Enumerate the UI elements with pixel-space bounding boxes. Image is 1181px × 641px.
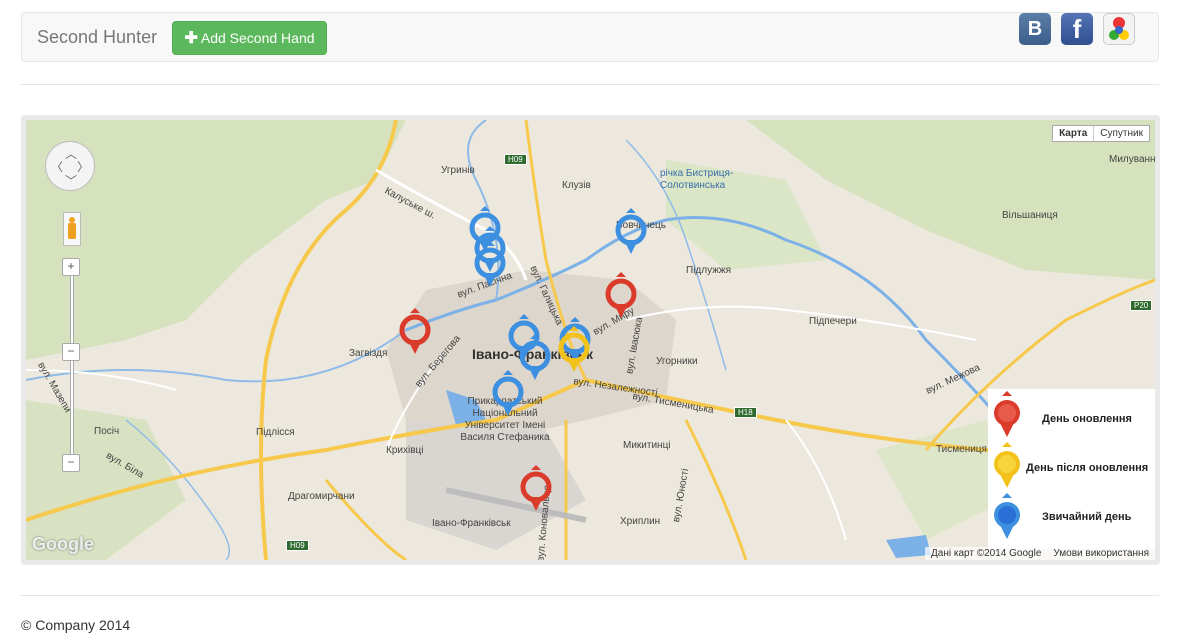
marker-red[interactable] — [604, 272, 638, 322]
place-vilshanytsia: Вільшаниця — [1002, 210, 1058, 221]
place-kluziv: Клузів — [562, 180, 591, 191]
place-pidpechery: Підпечери — [809, 316, 857, 327]
marker-red[interactable] — [398, 308, 432, 358]
plus-icon: ✚ — [184, 30, 198, 47]
place-milyvann: Милуванн — [1109, 154, 1155, 165]
map-type-map-button[interactable]: Карта — [1053, 126, 1095, 141]
place-krykhivtsi: Крихівці — [386, 445, 424, 456]
marker-red[interactable] — [519, 465, 553, 515]
legend-row-update-day: День оновлення — [988, 391, 1155, 443]
blue-marker-icon — [994, 493, 1020, 539]
legend-row-after-update: День після оновлення — [988, 442, 1155, 494]
marker-blue[interactable] — [614, 208, 648, 258]
place-uhryniv: Угринів — [441, 165, 475, 176]
pan-right-icon[interactable]: 〉 — [77, 158, 89, 175]
map-container: Угринів Клузів річка Бистриця-Солотвинсь… — [21, 115, 1160, 565]
place-uhornyky: Угорники — [656, 356, 698, 367]
place-drahomyrchany: Драгомирчани — [288, 491, 355, 502]
facebook-icon[interactable]: f — [1061, 13, 1093, 45]
terms-link[interactable]: Умови використання — [1053, 548, 1149, 559]
add-second-hand-button[interactable]: ✚ Add Second Hand — [172, 21, 327, 55]
map-type-control: Карта Супутник — [1052, 125, 1150, 142]
place-mykytyntsi: Микитинці — [623, 440, 671, 451]
place-tysmenytsia: Тисмениця — [936, 444, 987, 455]
legend-label: Звичайний день — [1042, 511, 1132, 523]
marker-blue[interactable] — [491, 370, 525, 420]
road-shield-h09-south: H09 — [286, 540, 309, 551]
map-attribution: Дані карт ©2014 Google Умови використанн… — [925, 547, 1155, 560]
pegman-icon[interactable] — [63, 212, 81, 246]
pan-control[interactable]: ︿ ﹀ 〈 〉 — [45, 141, 95, 191]
place-khryplyn: Хриплин — [620, 516, 661, 527]
legend-label: День після оновлення — [1026, 462, 1149, 474]
add-button-label: Add Second Hand — [200, 30, 315, 46]
navbar: Second Hunter ✚ Add Second Hand B f — [21, 12, 1159, 62]
place-river: річка Бистриця-Солотвинська — [660, 168, 734, 191]
zoom-out-button[interactable]: − — [62, 454, 80, 472]
footer-divider — [21, 595, 1159, 596]
red-marker-icon — [994, 391, 1020, 437]
map-type-satellite-button[interactable]: Супутник — [1094, 126, 1149, 141]
place-zahvizdia: Загвіздя — [349, 348, 388, 359]
google-logo[interactable]: Google — [32, 534, 94, 555]
zoom-slider-track[interactable] — [70, 270, 74, 462]
zoom-in-button[interactable]: + — [62, 258, 80, 276]
divider — [21, 84, 1159, 85]
vk-icon[interactable]: B — [1019, 13, 1051, 45]
road-shield-h09: H09 — [504, 154, 527, 165]
map-legend: День оновлення День після оновлення Звич… — [988, 389, 1155, 549]
marker-blue[interactable] — [473, 241, 507, 291]
yellow-marker-icon — [994, 442, 1020, 488]
google-icon[interactable] — [1103, 13, 1135, 45]
place-pidluzhzhia: Підлужжя — [686, 265, 731, 276]
zoom-slider-handle[interactable]: − — [62, 343, 80, 361]
map[interactable]: Угринів Клузів річка Бистриця-Солотвинсь… — [26, 120, 1155, 560]
road-shield-h18: H18 — [734, 407, 757, 418]
pan-down-icon[interactable]: ﹀ — [65, 172, 77, 189]
marker-yellow[interactable] — [557, 326, 591, 376]
legend-label: День оновлення — [1042, 413, 1132, 425]
place-airport: Івано-Франківськ — [432, 518, 511, 529]
brand-title[interactable]: Second Hunter — [37, 27, 157, 48]
attribution-text: Дані карт ©2014 Google — [931, 548, 1042, 559]
place-pidlissia: Підлісся — [256, 427, 295, 438]
pan-left-icon[interactable]: 〈 — [51, 158, 63, 175]
place-posich: Посіч — [94, 426, 120, 437]
footer-copyright: © Company 2014 — [21, 617, 131, 633]
pan-up-icon[interactable]: ︿ — [65, 145, 77, 162]
legend-row-regular-day: Звичайний день — [988, 493, 1155, 545]
road-shield-p20: P20 — [1130, 300, 1153, 311]
